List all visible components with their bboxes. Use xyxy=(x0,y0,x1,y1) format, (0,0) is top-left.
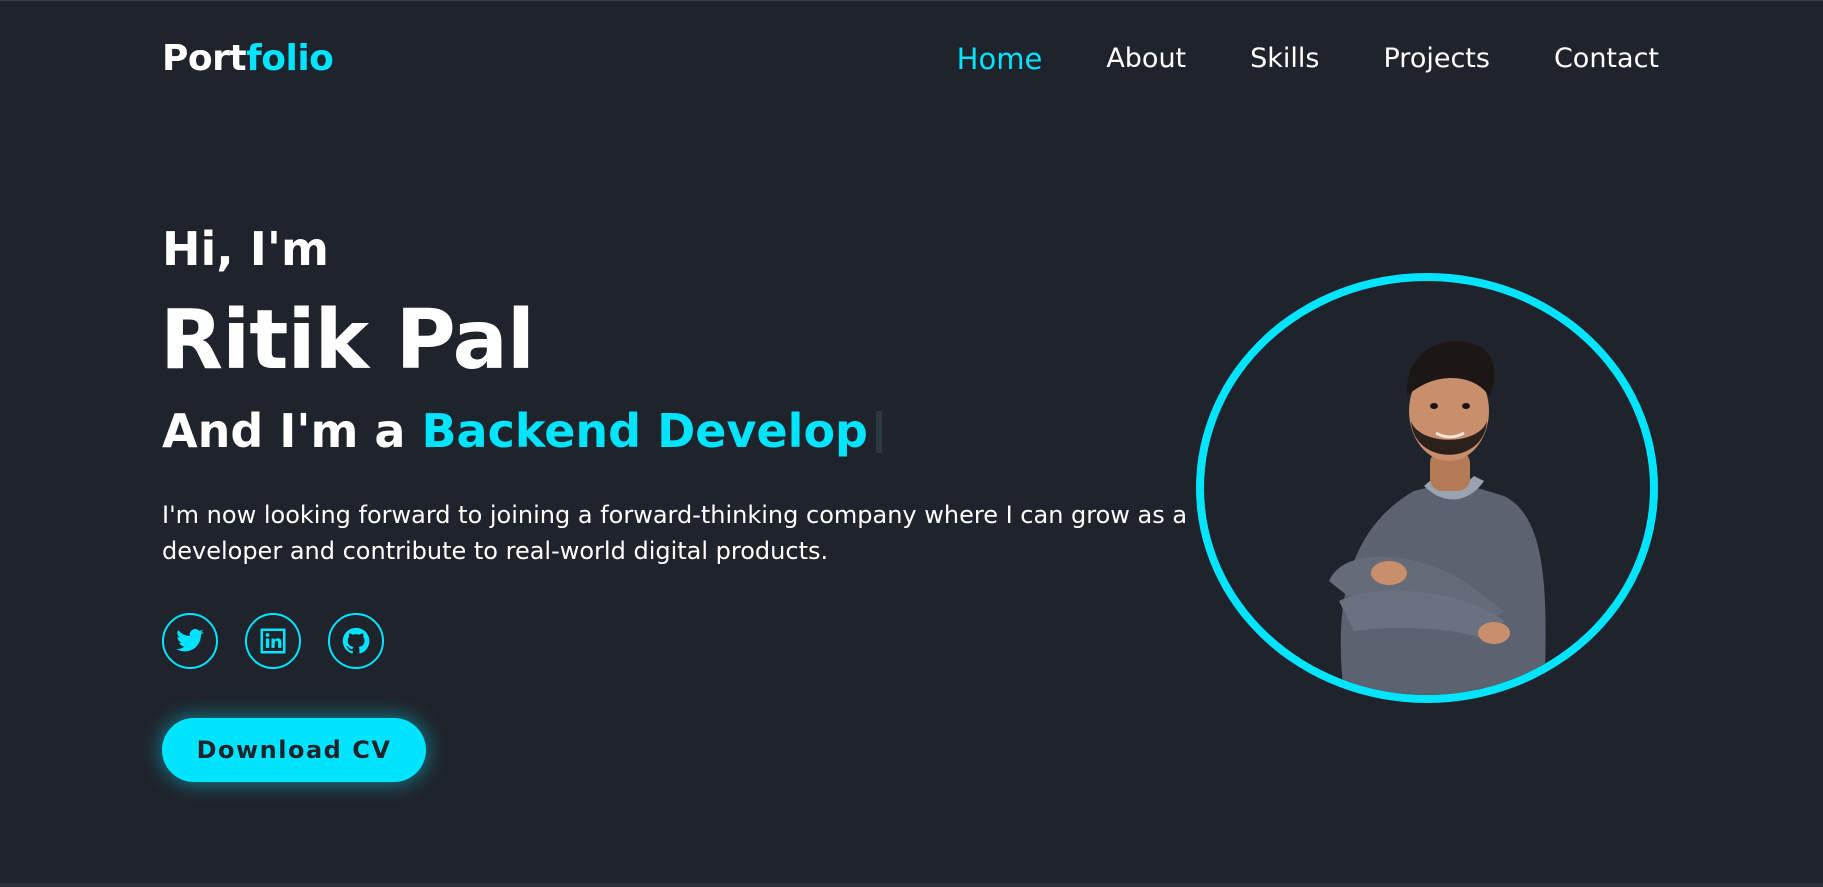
site-logo[interactable]: Portfolio xyxy=(162,37,334,81)
github-icon xyxy=(342,627,370,654)
github-link[interactable] xyxy=(328,613,384,669)
logo-text-primary: Port xyxy=(162,38,247,79)
download-cv-button[interactable]: Download CV xyxy=(162,718,426,782)
typing-cursor xyxy=(875,411,882,453)
profile-photo-frame xyxy=(1196,273,1658,703)
nav-skills[interactable]: Skills xyxy=(1250,41,1319,77)
twitter-icon xyxy=(176,629,204,652)
linkedin-icon xyxy=(260,628,286,654)
nav-about[interactable]: About xyxy=(1106,41,1186,77)
social-links xyxy=(162,613,411,669)
nav-projects[interactable]: Projects xyxy=(1384,41,1490,77)
nav-contact[interactable]: Contact xyxy=(1554,41,1659,77)
profile-photo xyxy=(1329,341,1546,695)
hero-role: And I'm a Backend Develop xyxy=(162,401,882,461)
role-prefix: And I'm a xyxy=(162,404,422,458)
twitter-link[interactable] xyxy=(162,613,218,669)
hero-name: Ritik Pal xyxy=(160,293,535,388)
nav-home[interactable]: Home xyxy=(957,41,1043,77)
section-divider xyxy=(0,883,1823,887)
role-typed-text: Backend Develop xyxy=(421,404,868,458)
portfolio-page: Portfolio Home About Skills Projects Con… xyxy=(0,0,1823,887)
hero-greeting: Hi, I'm xyxy=(162,222,329,276)
hero-description: I'm now looking forward to joining a for… xyxy=(162,501,1188,565)
linkedin-link[interactable] xyxy=(245,613,301,669)
logo-text-accent: folio xyxy=(246,38,334,79)
main-nav: Home About Skills Projects Contact xyxy=(893,41,1659,77)
